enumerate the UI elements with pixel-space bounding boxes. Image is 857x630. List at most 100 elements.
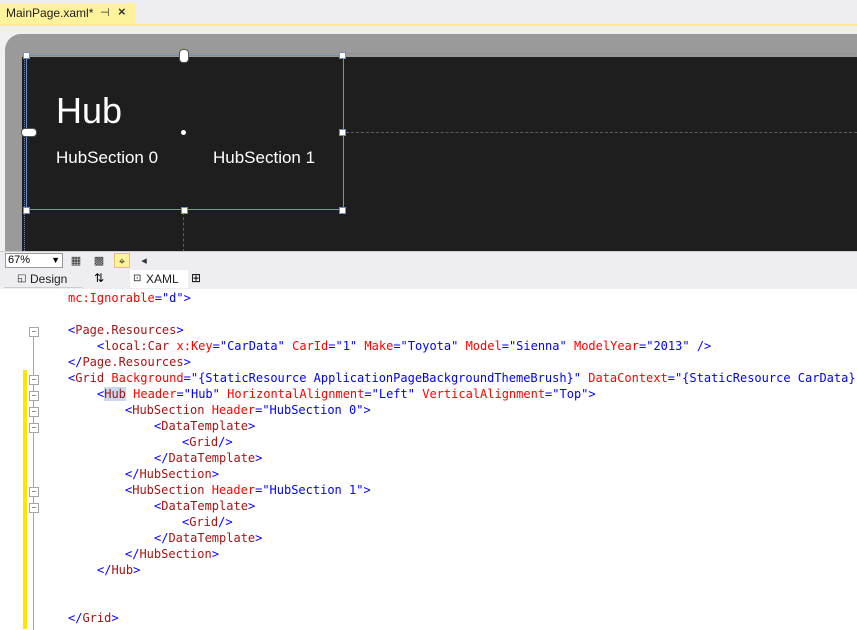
tag-name: HubSection [139,547,212,561]
bracket: </ [154,531,169,545]
attr-value: "2013" [646,339,690,353]
code-line[interactable]: </Page.Resources> [68,354,191,370]
scroll-left-icon[interactable]: ◂ [136,253,152,268]
bracket: /> [218,435,233,449]
code-line[interactable]: </HubSection> [125,546,219,562]
resize-handle-bottom-center[interactable] [181,207,188,214]
pin-icon[interactable]: ⊣ [100,6,110,19]
page-bounds-left [24,53,25,251]
collapse-toggle-icon[interactable]: − [29,487,39,497]
code-line[interactable]: <Grid Background="{StaticResource Applic… [68,370,857,386]
zoom-dropdown[interactable]: 67% ▼ [5,253,63,268]
designer-toolbar: 67% ▼ ▦ ▩ ⌖ ◂ [0,251,857,270]
attr-name: Model [465,339,502,353]
page-bounds-top [24,53,857,54]
bracket: > [363,483,371,497]
bracket: > [211,467,219,481]
resize-handle-bottom-left[interactable] [23,207,30,214]
hub-section-0-label[interactable]: HubSection 0 [56,148,158,168]
code-line[interactable]: <Grid/> [182,434,233,450]
code-line[interactable]: <HubSection Header="HubSection 1"> [125,482,371,498]
attr-value: "Hub" [183,387,220,401]
code-line[interactable]: </DataTemplate> [154,450,262,466]
code-line[interactable]: <Grid/> [182,514,233,530]
collapse-toggle-icon[interactable]: − [29,503,39,513]
tag-name: HubSection [139,467,212,481]
center-handle[interactable] [181,130,186,135]
tag-name-highlighted: Hub [104,387,126,401]
swap-panes-icon[interactable]: ⇅ [94,271,104,285]
code-line[interactable]: mc:Ignorable="d"> [68,290,191,306]
tab-xaml[interactable]: ⊡ XAML [130,270,188,288]
bracket: > [176,323,184,337]
change-tracking-bar [23,370,27,629]
attr-value: "CarData" [219,339,285,353]
collapse-toggle-icon[interactable]: − [29,391,39,401]
bracket: > [183,355,191,369]
collapse-toggle-icon[interactable]: − [29,407,39,417]
snap-to-lines-icon[interactable]: ⌖ [114,253,130,268]
attr-name: Background [111,371,184,385]
zoom-value: 67% [8,254,31,266]
grid-toggle-icon[interactable]: ▦ [68,253,84,268]
code-line[interactable]: <local:Car x:Key="CarData" CarId="1" Mak… [97,338,711,354]
collapse-toggle-icon[interactable]: − [29,375,39,385]
attr-name: VerticalAlignment [422,387,546,401]
hub-section-1-label[interactable]: HubSection 1 [213,148,315,168]
tab-xaml-label: XAML [146,272,179,286]
code-line[interactable]: </Hub> [97,562,140,578]
code-line[interactable]: <DataTemplate> [154,498,255,514]
collapse-toggle-icon[interactable]: − [29,423,39,433]
tag-name: Hub [111,563,134,577]
resize-handle-top-left[interactable] [23,52,30,59]
popout-pane-icon[interactable]: ⊞ [191,271,201,285]
code-line[interactable]: </DataTemplate> [154,530,262,546]
code-line[interactable]: </HubSection> [125,466,219,482]
attr-name: Header [211,403,256,417]
code-line[interactable]: <DataTemplate> [154,418,255,434]
tag-name: Page.Resources [75,323,177,337]
code-line[interactable]: </Grid> [68,610,119,626]
tab-design[interactable]: ◱ Design [4,270,82,288]
tag-name: DataTemplate [168,531,256,545]
design-surface[interactable]: Hub HubSection 0 HubSection 1 [0,26,857,251]
bracket: > [211,547,219,561]
top-margin-pin-icon[interactable] [179,49,189,63]
bracket: > [255,531,263,545]
attr-name: Header [133,387,177,401]
attr-value: "Sienna" [508,339,567,353]
xaml-code-editor[interactable]: − − − − − − − mc:Ignorable="d"> <Page.Re… [0,290,857,630]
resize-handle-bottom-right[interactable] [339,207,346,214]
tag-name: Grid [82,611,112,625]
bracket: </ [125,467,140,481]
tag-name: DataTemplate [168,451,256,465]
bracket: /> [689,339,712,353]
resize-handle-right[interactable] [339,129,346,136]
grid-snap-icon[interactable]: ▩ [91,253,107,268]
document-tab-strip: MainPage.xaml* ⊣ × [0,0,857,26]
code-line[interactable]: <Hub Header="Hub" HorizontalAlignment="L… [97,386,596,402]
document-tab-mainpage[interactable]: MainPage.xaml* ⊣ × [0,3,136,24]
code-line[interactable]: <HubSection Header="HubSection 0"> [125,402,371,418]
tag-name: HubSection [132,403,205,417]
bracket: </ [97,563,112,577]
attr-value: "{StaticResource CarData}" [674,371,857,385]
bracket: > [247,419,256,433]
left-margin-pin-icon[interactable] [21,128,37,137]
attr-value: "1" [335,339,358,353]
code-line[interactable]: <Page.Resources> [68,322,184,338]
tag-name: Page.Resources [82,355,184,369]
bracket: > [183,291,191,305]
xaml-icon: ⊡ [133,273,142,284]
close-icon[interactable]: × [118,4,126,19]
alignment-guide-horizontal [346,132,857,133]
attr-value: "HubSection 1" [262,483,364,497]
collapse-toggle-icon[interactable]: − [29,327,39,337]
bracket: </ [125,547,140,561]
attr-value: "HubSection 0" [262,403,364,417]
bracket: > [588,387,596,401]
attr-name: Header [211,483,256,497]
attr-name: CarId [292,339,329,353]
alignment-guide-vertical [183,212,184,251]
resize-handle-top-right[interactable] [339,52,346,59]
